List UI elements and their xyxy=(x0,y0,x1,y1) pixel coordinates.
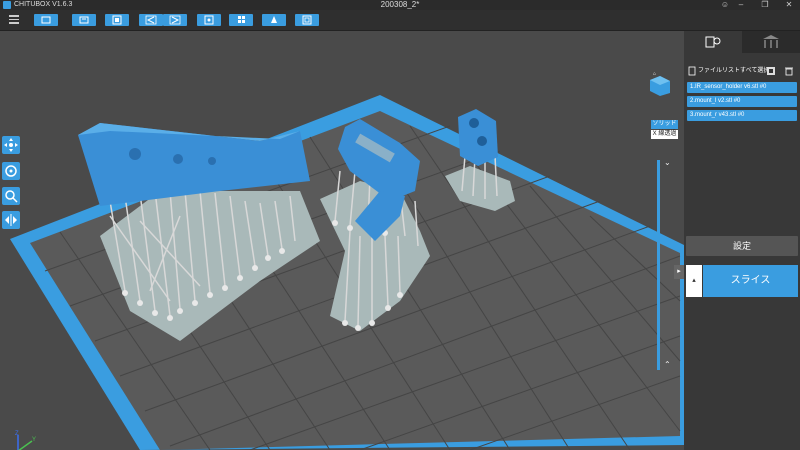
file-list-item-1[interactable]: 1.IR_sensor_holder v6.stl #0 xyxy=(687,82,797,93)
slice-button[interactable]: スライス xyxy=(703,265,798,297)
layer-slider-bottom-handle[interactable]: ⌃ xyxy=(664,360,671,369)
undo-button[interactable] xyxy=(139,14,163,26)
title-bar: CHITUBOX V1.6.3 200308_2* ☺ – ❐ ✕ xyxy=(0,0,800,10)
rotate-icon xyxy=(5,165,17,177)
open-file-icon xyxy=(41,16,51,24)
axis-y-label: Y xyxy=(32,437,36,443)
drill-hole-icon xyxy=(271,16,277,23)
toolbar xyxy=(0,10,800,31)
svg-text:⌂: ⌂ xyxy=(653,71,656,77)
hollow-button[interactable] xyxy=(105,14,129,26)
model-3-mount-r[interactable] xyxy=(458,109,498,166)
axis-z-label: Z xyxy=(15,431,19,437)
slice-options-button[interactable]: ▴ xyxy=(686,265,702,297)
save-icon xyxy=(79,16,89,24)
file-icon xyxy=(688,66,696,76)
maximize-icon[interactable]: ❐ xyxy=(758,0,772,10)
supports-tab-icon xyxy=(763,35,779,48)
file-list-item-2[interactable]: 2.mount_l v2.stl #0 xyxy=(687,96,797,107)
drill-hole-button[interactable] xyxy=(262,14,286,26)
menu-icon[interactable] xyxy=(9,15,19,24)
mirror-tool-button[interactable] xyxy=(2,211,20,229)
select-all-label[interactable]: ファイルリストすべて選択 xyxy=(698,66,769,76)
print-settings-icon xyxy=(204,15,214,25)
axis-gizmo: Z Y X xyxy=(15,431,36,450)
panel-collapse-button[interactable]: ▸ xyxy=(674,265,684,279)
save-button[interactable] xyxy=(72,14,96,26)
redo-icon xyxy=(169,15,181,25)
xray-mode-button[interactable]: X 線透過 xyxy=(651,130,678,139)
slice-settings-button[interactable] xyxy=(295,14,319,26)
layer-slider[interactable] xyxy=(657,160,660,370)
hollow-icon xyxy=(112,15,122,25)
layer-slider-top-handle[interactable]: ⌄ xyxy=(664,158,671,167)
tab-supports[interactable] xyxy=(742,31,800,53)
scale-tool-button[interactable] xyxy=(2,187,20,205)
settings-tab-icon xyxy=(705,36,721,48)
view-cube-icon[interactable]: ⌂ xyxy=(649,70,671,96)
scale-icon xyxy=(5,190,18,203)
3d-viewport[interactable]: ⌂ ソリッド X 線透過 ⌄ ⌃ ▸ Z Y X xyxy=(0,31,684,450)
arrange-button[interactable] xyxy=(229,14,253,26)
user-icon[interactable]: ☺ xyxy=(718,0,732,10)
document-title: 200308_2* xyxy=(380,0,420,9)
panel-tabs xyxy=(684,31,800,53)
display-mode-toggle[interactable]: ソリッド X 線透過 xyxy=(651,120,678,139)
mirror-icon xyxy=(5,214,17,226)
file-list-item-3[interactable]: 3.mount_r v43.stl #0 xyxy=(687,110,797,121)
build-plate-scene[interactable] xyxy=(0,31,684,450)
select-all-checkbox-icon[interactable] xyxy=(767,66,775,76)
select-all-row[interactable]: ファイルリストすべて選択 xyxy=(688,66,798,76)
arrange-icon xyxy=(238,16,245,23)
slice-settings-icon xyxy=(302,15,312,25)
print-settings-button[interactable] xyxy=(197,14,221,26)
minimize-icon[interactable]: – xyxy=(734,0,748,10)
close-icon[interactable]: ✕ xyxy=(782,0,796,10)
undo-icon xyxy=(145,15,157,25)
right-panel: ファイルリストすべて選択 1.IR_sensor_holder v6.stl #… xyxy=(684,31,800,450)
tab-settings[interactable] xyxy=(684,31,742,53)
solid-mode-button[interactable]: ソリッド xyxy=(651,120,678,129)
open-file-button[interactable] xyxy=(34,14,58,26)
rotate-tool-button[interactable] xyxy=(2,162,20,180)
redo-button[interactable] xyxy=(163,14,187,26)
move-icon xyxy=(4,138,18,152)
settings-button[interactable]: 設定 xyxy=(686,236,798,256)
delete-icon[interactable] xyxy=(785,66,793,76)
move-tool-button[interactable] xyxy=(2,136,20,154)
